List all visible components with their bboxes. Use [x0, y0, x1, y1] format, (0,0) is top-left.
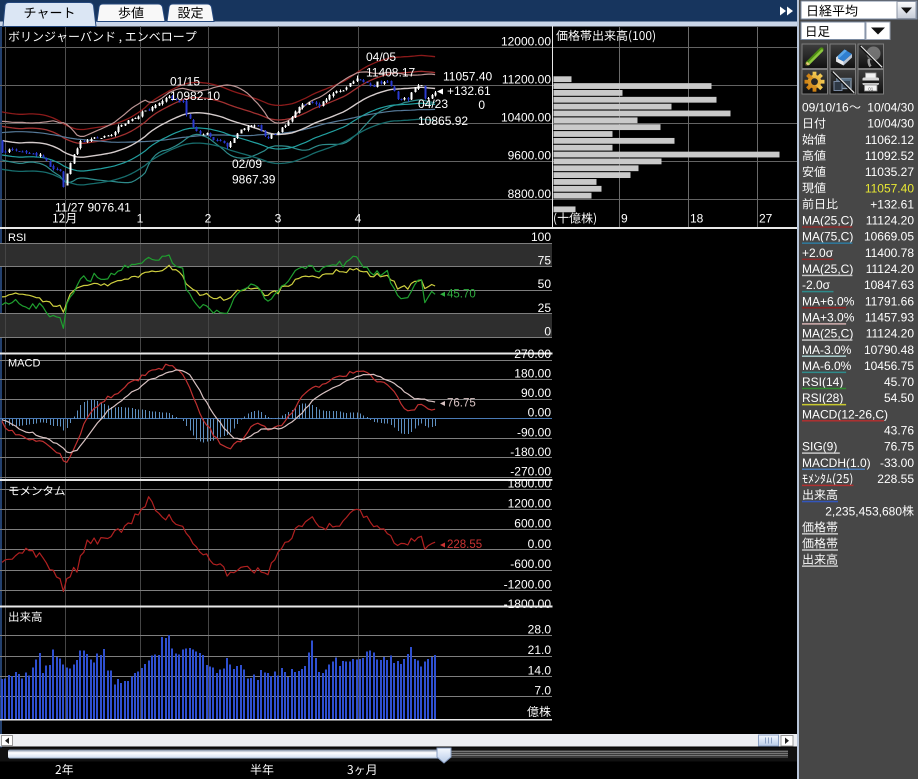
svg-text:76.75: 76.75 [884, 440, 914, 454]
svg-text:MA-3.0%: MA-3.0% [802, 343, 852, 357]
svg-text:MA(75,C): MA(75,C) [802, 230, 853, 244]
svg-text:11057.40: 11057.40 [865, 181, 914, 195]
svg-text:10/04/30: 10/04/30 [867, 117, 914, 131]
svg-text:MACDH(1.0): MACDH(1.0) [802, 456, 871, 470]
svg-text:10982.10: 10982.10 [170, 89, 220, 103]
svg-text:21.0: 21.0 [528, 643, 552, 657]
svg-text:76.75: 76.75 [447, 398, 476, 410]
svg-text:MACD: MACD [8, 358, 40, 370]
svg-text:11457.93: 11457.93 [865, 310, 914, 324]
svg-text:0.00: 0.00 [528, 537, 552, 551]
svg-text:MA-6.0%: MA-6.0% [802, 359, 852, 373]
svg-text:0.00: 0.00 [528, 406, 552, 420]
svg-text:600.00: 600.00 [514, 517, 551, 531]
svg-text:9867.39: 9867.39 [232, 173, 276, 187]
svg-text:1200.00: 1200.00 [508, 497, 552, 511]
svg-text:0: 0 [478, 98, 485, 112]
svg-text:MACD(12-26,C): MACD(12-26,C) [802, 407, 888, 421]
svg-text:MA(25,C): MA(25,C) [802, 262, 853, 276]
svg-text:04/05: 04/05 [366, 50, 396, 64]
svg-text:18: 18 [690, 212, 704, 226]
svg-text:11124.20: 11124.20 [866, 214, 915, 228]
svg-text:10865.92: 10865.92 [418, 114, 468, 128]
svg-text:25: 25 [538, 301, 552, 315]
svg-text:11124.20: 11124.20 [866, 262, 915, 276]
svg-text:RSI(28): RSI(28) [802, 391, 843, 405]
svg-text:RSI(14): RSI(14) [802, 375, 843, 389]
svg-text:SIG(9): SIG(9) [802, 440, 837, 454]
svg-text:11062.12: 11062.12 [865, 133, 914, 147]
svg-text:28.0: 28.0 [528, 623, 552, 637]
svg-text:3: 3 [275, 212, 282, 226]
svg-text:10790.48: 10790.48 [864, 343, 914, 357]
svg-text:1: 1 [137, 212, 144, 226]
svg-text:09/10/16: 09/10/16 [802, 101, 849, 115]
svg-text:54.50: 54.50 [884, 391, 914, 405]
svg-text:11200.00: 11200.00 [502, 73, 551, 87]
svg-text:11035.27: 11035.27 [865, 165, 914, 179]
svg-text:+2.0σ: +2.0σ [802, 246, 834, 260]
svg-text:27: 27 [759, 212, 773, 226]
svg-text:45.70: 45.70 [884, 375, 914, 389]
svg-text:-1200.00: -1200.00 [504, 577, 552, 591]
svg-text:228.55: 228.55 [447, 539, 482, 551]
svg-text:11408.17: 11408.17 [366, 66, 415, 80]
svg-text:11057.40: 11057.40 [443, 70, 492, 84]
svg-text:+132.61: +132.61 [870, 197, 914, 211]
svg-text:270.00: 270.00 [514, 347, 551, 361]
svg-text:11124.20: 11124.20 [866, 327, 915, 341]
svg-text:45.70: 45.70 [447, 289, 476, 301]
svg-text:RSI: RSI [8, 232, 26, 244]
svg-text:75: 75 [538, 254, 552, 268]
svg-text:0: 0 [544, 324, 551, 338]
svg-text:11400.78: 11400.78 [865, 246, 914, 260]
svg-text:7.0: 7.0 [534, 683, 551, 697]
svg-text:43.76: 43.76 [884, 424, 914, 438]
svg-text:90.00: 90.00 [521, 386, 551, 400]
svg-text:-600.00: -600.00 [510, 557, 551, 571]
svg-text:11/27 9076.41: 11/27 9076.41 [55, 201, 131, 215]
svg-text:MA+6.0%: MA+6.0% [802, 294, 855, 308]
svg-text:100: 100 [531, 230, 551, 244]
svg-text:-180.00: -180.00 [510, 445, 551, 459]
svg-text:4: 4 [355, 212, 362, 226]
svg-text:-90.00: -90.00 [517, 425, 551, 439]
svg-text:180.00: 180.00 [514, 367, 551, 381]
svg-text:MA(25,C): MA(25,C) [802, 327, 853, 341]
svg-text:9600.00: 9600.00 [508, 149, 552, 163]
svg-text:12000.00: 12000.00 [501, 35, 551, 49]
svg-text:9: 9 [621, 212, 628, 226]
svg-text:10/04/30: 10/04/30 [867, 101, 914, 115]
svg-text:MA(25,C): MA(25,C) [802, 214, 853, 228]
svg-text:01: 01 [868, 86, 874, 91]
svg-text:228.55: 228.55 [877, 472, 914, 486]
svg-text:11092.52: 11092.52 [865, 149, 914, 163]
svg-text:2: 2 [205, 212, 212, 226]
svg-text:50: 50 [538, 277, 552, 291]
svg-text:2,235,453,680: 2,235,453,680 [825, 504, 902, 518]
svg-text:10847.63: 10847.63 [864, 278, 914, 292]
svg-text:01/15: 01/15 [170, 75, 200, 89]
svg-text:14.0: 14.0 [528, 663, 552, 677]
svg-text:-2.0σ: -2.0σ [802, 278, 831, 292]
svg-text:8800.00: 8800.00 [508, 187, 552, 201]
svg-text:-33.00: -33.00 [880, 456, 914, 470]
svg-text:-1800.00: -1800.00 [504, 597, 552, 611]
svg-text:1800.00: 1800.00 [508, 476, 552, 490]
svg-text:02/09: 02/09 [232, 157, 262, 171]
svg-text:+132.61: +132.61 [447, 84, 491, 98]
svg-text:11791.66: 11791.66 [865, 294, 914, 308]
svg-text:MA+3.0%: MA+3.0% [802, 310, 855, 324]
svg-text:10400.00: 10400.00 [501, 111, 551, 125]
svg-text:10669.05: 10669.05 [864, 230, 914, 244]
svg-text:04/23: 04/23 [418, 97, 448, 111]
svg-text:10456.75: 10456.75 [864, 359, 914, 373]
